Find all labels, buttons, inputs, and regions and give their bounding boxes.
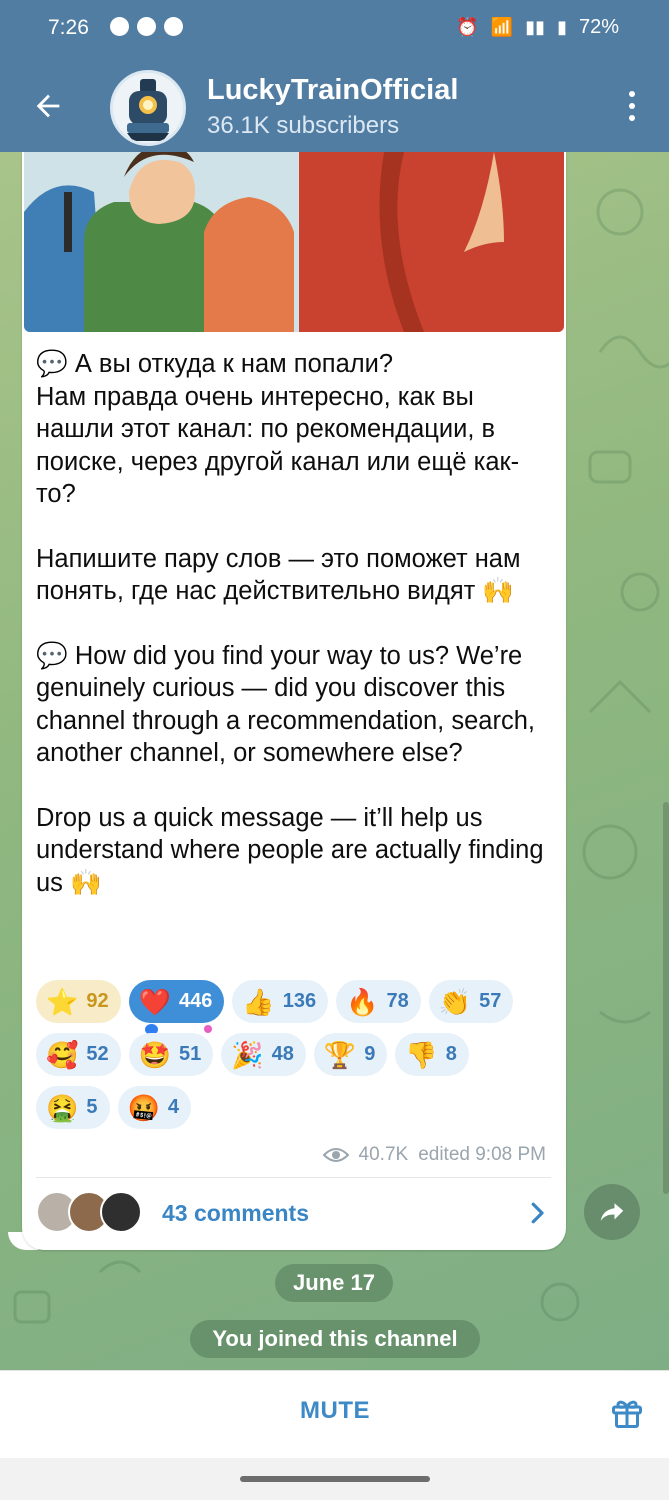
signal-icon: ▮▮ bbox=[525, 17, 546, 37]
home-indicator[interactable] bbox=[240, 1476, 430, 1482]
comments-count: 43 comments bbox=[162, 1199, 310, 1226]
message-paragraph: Drop us a quick message — it’ll help us … bbox=[36, 803, 544, 897]
message-text: 💬 А вы откуда к нам попали? Нам правда о… bbox=[36, 348, 556, 899]
date-separator: June 17 bbox=[275, 1264, 393, 1302]
mute-button[interactable]: MUTE bbox=[260, 1397, 410, 1425]
reaction-emoji-icon: 🎉 bbox=[231, 1039, 264, 1070]
dot bbox=[629, 103, 635, 109]
alarm-icon: ⏰ bbox=[456, 17, 479, 37]
message-paragraph: 💬 How did you find your way to us? We’re… bbox=[36, 641, 535, 768]
reaction-chip[interactable]: ❤️ 446 bbox=[128, 980, 225, 1035]
reaction-emoji-icon: 👏 bbox=[438, 986, 472, 1017]
reaction-emoji-icon: 🤩 bbox=[138, 1039, 171, 1070]
share-arrow-icon bbox=[600, 1203, 624, 1221]
reaction-count: 57 bbox=[479, 990, 502, 1012]
chevron-right-icon bbox=[531, 1202, 544, 1224]
reaction-count: 9 bbox=[364, 1043, 376, 1065]
train-logo-icon bbox=[113, 73, 183, 143]
chat-area[interactable]: 💬 А вы откуда к нам попали? Нам правда о… bbox=[0, 152, 669, 1370]
post-meta: 40.7K edited 9:08 PM bbox=[322, 1144, 546, 1166]
reaction-chip[interactable]: 🏆 9 bbox=[313, 1033, 388, 1076]
status-indicators: ⏰ 📶 ▮▮ ▮ 72% bbox=[456, 16, 619, 39]
messenger-icon bbox=[110, 17, 129, 36]
reaction-count: 48 bbox=[271, 1043, 294, 1065]
reaction-count: 4 bbox=[167, 1096, 179, 1118]
dot bbox=[629, 115, 635, 121]
channel-post[interactable]: 💬 А вы откуда к нам попали? Нам правда о… bbox=[22, 152, 566, 1250]
reaction-emoji-icon: 👎 bbox=[405, 1039, 438, 1070]
joined-notice: You joined this channel bbox=[190, 1320, 480, 1358]
reaction-emoji-icon: 👍 bbox=[242, 986, 275, 1017]
reaction-emoji-icon: 🤬 bbox=[127, 1092, 160, 1123]
reaction-count: 51 bbox=[179, 1043, 202, 1065]
reaction-chip[interactable]: 🎉 48 bbox=[221, 1033, 306, 1076]
battery-percent: 72% bbox=[578, 16, 619, 38]
more-menu-button[interactable] bbox=[617, 86, 647, 126]
reaction-count: 136 bbox=[282, 990, 317, 1012]
reaction-count: 5 bbox=[86, 1096, 98, 1118]
message-paragraph: Напишите пару слов — это поможет нам пон… bbox=[36, 544, 521, 606]
reaction-emoji-icon: 🥰 bbox=[46, 1039, 79, 1070]
reaction-count: 78 bbox=[386, 990, 409, 1012]
wifi-icon: 📶 bbox=[490, 17, 514, 37]
reaction-chip[interactable]: 👏 57 bbox=[428, 980, 514, 1023]
channel-title[interactable]: LuckyTrainOfficial bbox=[207, 74, 458, 107]
commenter-avatar bbox=[100, 1191, 142, 1233]
message-paragraph: 💬 А вы откуда к нам попали? Нам правда о… bbox=[36, 350, 520, 508]
people-illustration bbox=[24, 152, 564, 332]
reactions-list: ⭐ 92 ❤️ 446 👍 136 🔥 78 👏 57 🥰 52 🤩 51 🎉 48 🏆 9 👎 8 🤮 5 🤬 4 bbox=[36, 980, 536, 1129]
scrollbar[interactable] bbox=[663, 802, 669, 1194]
reaction-emoji-icon: 🏆 bbox=[323, 1039, 357, 1070]
snapchat-icon bbox=[137, 17, 156, 36]
reaction-count: 8 bbox=[445, 1043, 457, 1065]
reaction-emoji-icon: ❤️ bbox=[138, 986, 171, 1017]
notification-icons bbox=[110, 17, 183, 36]
reaction-emoji-icon: ⭐ bbox=[46, 986, 79, 1017]
reaction-count: 446 bbox=[179, 990, 213, 1012]
status-bar: 7:26 ⏰ 📶 ▮▮ ▮ 72% bbox=[0, 0, 669, 56]
reaction-chip[interactable]: 🥰 52 bbox=[36, 1033, 121, 1076]
gift-icon[interactable] bbox=[609, 1395, 645, 1431]
channel-avatar[interactable] bbox=[110, 70, 186, 146]
commenter-avatars bbox=[36, 1191, 154, 1235]
post-image[interactable] bbox=[24, 152, 564, 332]
reaction-count: 92 bbox=[86, 990, 109, 1012]
divider bbox=[36, 1177, 551, 1178]
arrow-left-icon bbox=[36, 94, 60, 118]
reaction-chip[interactable]: 👍 136 bbox=[232, 980, 329, 1023]
reaction-chip[interactable]: 🤮 5 bbox=[36, 1086, 110, 1129]
back-button[interactable] bbox=[24, 82, 72, 130]
battery-icon: ▮ bbox=[557, 17, 567, 37]
comments-button[interactable]: 43 comments bbox=[36, 1182, 552, 1244]
subscriber-count: 36.1K subscribers bbox=[207, 112, 400, 139]
reaction-count: 52 bbox=[86, 1043, 109, 1065]
dot bbox=[629, 91, 635, 97]
reaction-emoji-icon: 🔥 bbox=[346, 986, 379, 1017]
reaction-chip[interactable]: 🔥 78 bbox=[336, 980, 421, 1023]
reaction-emoji-icon: 🤮 bbox=[46, 1092, 79, 1123]
reaction-chip[interactable]: 🤩 51 bbox=[128, 1033, 214, 1076]
chat-header: LuckyTrainOfficial 36.1K subscribers bbox=[0, 56, 669, 152]
bottom-bar: MUTE bbox=[0, 1370, 669, 1458]
system-nav-bar bbox=[0, 1458, 669, 1500]
reaction-chip[interactable]: 👎 8 bbox=[395, 1033, 469, 1076]
reaction-chip[interactable]: 🤬 4 bbox=[117, 1086, 191, 1129]
app-notification-icon bbox=[164, 17, 183, 36]
reaction-chip[interactable]: ⭐ 92 bbox=[36, 980, 121, 1023]
status-time: 7:26 bbox=[48, 16, 89, 39]
eye-icon bbox=[322, 1148, 349, 1162]
share-button[interactable] bbox=[584, 1184, 640, 1240]
view-count: 40.7K bbox=[358, 1144, 409, 1165]
edited-time: edited 9:08 PM bbox=[418, 1144, 546, 1165]
